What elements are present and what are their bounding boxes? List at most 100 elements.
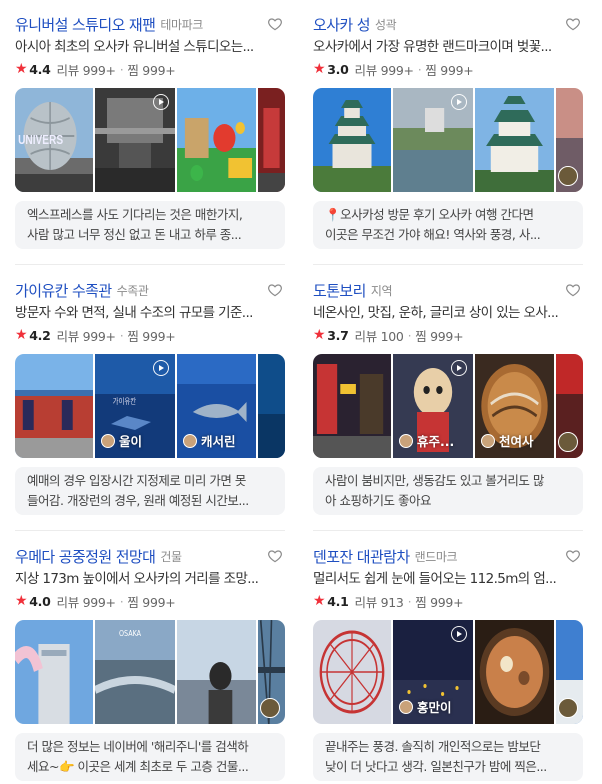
place-title-row: 가이유칸 수족관 수족관 xyxy=(15,278,285,302)
place-card[interactable]: 덴포잔 대관람차 랜드마크 멀리서도 쉽게 눈에 들어오는 112.5m의 엄.… xyxy=(313,544,583,781)
place-name[interactable]: 오사카 성 xyxy=(313,14,371,35)
photo-image xyxy=(177,88,256,192)
heart-outline-icon[interactable] xyxy=(565,16,581,32)
separator-dot: · xyxy=(407,593,412,609)
review-line: 세요~👉 이곳은 세계 최초로 두 고층 건물... xyxy=(27,759,249,774)
heart-outline-icon[interactable] xyxy=(267,548,283,564)
photo-thumbnail[interactable] xyxy=(556,620,583,724)
photo-thumbnail[interactable] xyxy=(556,88,583,192)
photo-image xyxy=(177,620,256,724)
place-title-row: 우메다 공중정원 전망대 건물 xyxy=(15,544,285,568)
play-circle-icon xyxy=(451,626,467,642)
photo-thumbnail[interactable]: OSAKA xyxy=(95,620,175,724)
star-icon: ★ xyxy=(313,327,326,343)
photo-thumbnail[interactable] xyxy=(177,88,256,192)
photo-image xyxy=(258,88,285,192)
heart-outline-icon[interactable] xyxy=(267,16,283,32)
photo-thumbnail[interactable] xyxy=(475,88,554,192)
photo-image xyxy=(313,620,391,724)
place-card[interactable]: 도톤보리 지역 네온사인, 맛집, 운하, 글리코 상이 있는 오사... ★ … xyxy=(313,278,583,515)
place-category: 수족관 xyxy=(116,283,149,298)
photo-thumbnail[interactable] xyxy=(258,88,285,192)
play-circle-icon xyxy=(153,94,169,110)
photo-strip[interactable]: 홍만이 xyxy=(313,620,583,724)
heart-outline-icon[interactable] xyxy=(565,548,581,564)
photo-thumbnail[interactable]: 홍만이 xyxy=(393,620,473,724)
place-stats: ★ 4.4 리뷰 999+ · 찜 999+ xyxy=(15,58,285,80)
heart-outline-icon[interactable] xyxy=(565,282,581,298)
review-snippet[interactable]: 사람이 붐비지만, 생동감도 있고 볼거리도 많아 쇼핑하기도 좋아요 xyxy=(313,467,583,515)
photo-strip[interactable] xyxy=(313,88,583,192)
review-count[interactable]: 리뷰 999+ xyxy=(355,60,415,79)
photo-thumbnail[interactable] xyxy=(393,88,473,192)
photo-thumbnail[interactable]: 천여사 xyxy=(475,354,554,458)
place-stats: ★ 4.1 리뷰 913 · 찜 999+ xyxy=(313,590,583,612)
photo-thumbnail[interactable]: 휴주... xyxy=(393,354,473,458)
author-avatar xyxy=(481,433,495,448)
photo-thumbnail[interactable] xyxy=(475,620,554,724)
photo-thumbnail[interactable] xyxy=(313,620,391,724)
review-count[interactable]: 리뷰 913 xyxy=(355,592,404,611)
photo-strip[interactable]: 가이유칸 울이캐서린 xyxy=(15,354,285,458)
place-name[interactable]: 유니버설 스튜디오 재팬 xyxy=(15,14,156,35)
photo-thumbnail[interactable]: 가이유칸 울이 xyxy=(95,354,175,458)
author-avatar xyxy=(399,433,413,448)
review-line: 더 많은 정보는 네이버에 '해리주니'를 검색하 xyxy=(27,739,249,754)
photo-image xyxy=(15,620,93,724)
photo-thumbnail[interactable] xyxy=(15,620,93,724)
photo-thumbnail[interactable] xyxy=(313,88,391,192)
review-count[interactable]: 리뷰 999+ xyxy=(57,326,117,345)
photo-strip[interactable]: OSAKA xyxy=(15,620,285,724)
place-card[interactable]: 유니버설 스튜디오 재팬 테마파크 아시아 최초의 오사카 유니버설 스튜디오는… xyxy=(15,12,285,249)
photo-thumbnail[interactable] xyxy=(258,354,285,458)
rating-value: 3.0 xyxy=(327,61,349,77)
heart-outline-icon[interactable] xyxy=(267,282,283,298)
author-name: 캐서린 xyxy=(201,434,236,449)
photo-thumbnail[interactable] xyxy=(313,354,391,458)
photo-thumbnail[interactable] xyxy=(258,620,285,724)
place-stats: ★ 4.2 리뷰 999+ · 찜 999+ xyxy=(15,324,285,346)
place-card[interactable]: 오사카 성 성곽 오사카에서 가장 유명한 랜드마크이며 벚꽃... ★ 3.0… xyxy=(313,12,583,249)
photo-thumbnail[interactable]: 캐서린 xyxy=(177,354,256,458)
place-description: 지상 173m 높이에서 오사카의 거리를 조망... xyxy=(15,571,259,587)
photo-author: 울이 xyxy=(101,431,142,450)
place-name[interactable]: 우메다 공중정원 전망대 xyxy=(15,546,156,567)
place-description: 오사카에서 가장 유명한 랜드마크이며 벚꽃... xyxy=(313,39,552,55)
row-divider xyxy=(15,530,285,531)
photo-image xyxy=(15,354,93,458)
review-snippet[interactable]: 더 많은 정보는 네이버에 '해리주니'를 검색하세요~👉 이곳은 세계 최초로… xyxy=(15,733,285,781)
photo-strip[interactable]: UNIVERS xyxy=(15,88,285,192)
place-name[interactable]: 덴포잔 대관람차 xyxy=(313,546,410,567)
row-divider xyxy=(313,264,583,265)
photo-thumbnail[interactable] xyxy=(95,88,175,192)
photo-thumbnail[interactable]: UNIVERS xyxy=(15,88,93,192)
place-title-row: 도톤보리 지역 xyxy=(313,278,583,302)
review-count[interactable]: 리뷰 100 xyxy=(355,326,404,345)
star-icon: ★ xyxy=(313,61,326,77)
photo-thumbnail[interactable] xyxy=(177,620,256,724)
review-snippet[interactable]: 📍오사카성 방문 후기 오사카 여행 간다면 이곳은 무조건 가야 해요! 역사와… xyxy=(313,201,583,249)
review-count[interactable]: 리뷰 999+ xyxy=(57,60,117,79)
place-card[interactable]: 가이유칸 수족관 수족관 방문자 수와 면적, 실내 수조의 규모를 기준...… xyxy=(15,278,285,515)
author-avatar xyxy=(399,699,413,714)
photo-thumbnail[interactable] xyxy=(15,354,93,458)
review-line: 들어감. 개장런의 경우, 원래 예정된 시간보... xyxy=(27,493,249,508)
photo-strip[interactable]: 휴주... 천여사 xyxy=(313,354,583,458)
place-name[interactable]: 가이유칸 수족관 xyxy=(15,280,112,301)
separator-dot: · xyxy=(119,61,124,77)
review-snippet[interactable]: 끝내주는 풍경. 솔직히 개인적으로는 밤보단 낮이 더 낫다고 생각. 일본친구… xyxy=(313,733,583,781)
author-name: 천여사 xyxy=(499,434,534,449)
review-snippet[interactable]: 예매의 경우 입장시간 지정제로 미리 가면 못 들어감. 개장런의 경우, 원래… xyxy=(15,467,285,515)
place-card[interactable]: 우메다 공중정원 전망대 건물 지상 173m 높이에서 오사카의 거리를 조망… xyxy=(15,544,285,781)
photo-author: 천여사 xyxy=(481,431,534,450)
save-count: 찜 999+ xyxy=(415,594,464,610)
photo-image xyxy=(475,88,554,192)
rating-value: 4.0 xyxy=(29,593,51,609)
review-line: 낮이 더 낫다고 생각. 일본친구가 밤에 찍은... xyxy=(325,759,547,774)
place-name[interactable]: 도톤보리 xyxy=(313,280,366,301)
review-count[interactable]: 리뷰 999+ xyxy=(57,592,117,611)
review-snippet[interactable]: 엑스프레스를 사도 기다리는 것은 매한가지, 사람 많고 너무 정신 없고 돈 … xyxy=(15,201,285,249)
place-description: 방문자 수와 면적, 실내 수조의 규모를 기준... xyxy=(15,305,253,321)
photo-thumbnail[interactable] xyxy=(556,354,583,458)
place-stats: ★ 4.0 리뷰 999+ · 찜 999+ xyxy=(15,590,285,612)
